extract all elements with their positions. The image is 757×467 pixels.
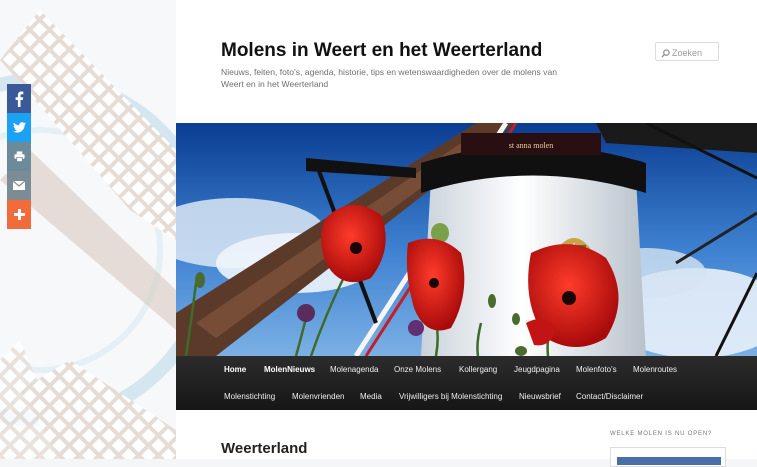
nav-item-molenstichting[interactable]: Molenstichting: [224, 392, 275, 401]
nav-row-secondary: Molenstichting Molenvrienden Media Vrijw…: [176, 383, 757, 410]
nav-item-vrijwilligers[interactable]: Vrijwilligers bij Molenstichting: [399, 392, 502, 401]
facebook-icon: [15, 91, 24, 107]
search-input[interactable]: Zoeken: [655, 42, 719, 61]
widget-header-bar: [617, 457, 721, 465]
header-image-windmill-poppies: st anna molen: [176, 123, 757, 356]
nav-item-media[interactable]: Media: [360, 392, 382, 401]
nav-item-molenvrienden[interactable]: Molenvrienden: [292, 392, 344, 401]
search-placeholder: Zoeken: [672, 48, 703, 58]
nav-item-molenroutes[interactable]: Molenroutes: [633, 365, 677, 374]
more-share-button[interactable]: [7, 200, 31, 229]
nav-item-molennieuws[interactable]: MolenNieuws: [264, 365, 315, 374]
main-navigation: Home MolenNieuws Molenagenda Onze Molens…: [176, 356, 757, 410]
page-container: Molens in Weert en het Weerterland Nieuw…: [176, 0, 757, 467]
page-title: Weerterland: [221, 440, 308, 457]
share-bar: [7, 84, 31, 229]
facebook-share-button[interactable]: [7, 84, 31, 113]
sidebar-widget-title: WELKE MOLEN IS NU OPEN?: [610, 431, 713, 437]
email-icon: [13, 181, 25, 190]
twitter-icon: [12, 122, 26, 133]
site-description: Nieuws, feiten, foto's, agenda, historie…: [221, 67, 558, 89]
print-share-button[interactable]: [7, 142, 31, 171]
site-title[interactable]: Molens in Weert en het Weerterland: [221, 40, 542, 62]
search-icon: [661, 48, 670, 58]
sidebar-widget-box: [610, 447, 726, 467]
email-share-button[interactable]: [7, 171, 31, 200]
nav-item-nieuwsbrief[interactable]: Nieuwsbrief: [519, 392, 561, 401]
nav-item-molenfotos[interactable]: Molenfoto's: [576, 365, 617, 374]
plus-icon: [13, 209, 25, 220]
nav-item-jeugdpagina[interactable]: Jeugdpagina: [514, 365, 560, 374]
nav-item-home[interactable]: Home: [224, 365, 246, 374]
nav-row-primary: Home MolenNieuws Molenagenda Onze Molens…: [176, 356, 757, 383]
windmill-sign-text: st anna molen: [509, 141, 553, 150]
twitter-share-button[interactable]: [7, 113, 31, 142]
nav-item-molenagenda[interactable]: Molenagenda: [330, 365, 378, 374]
nav-item-contact-disclaimer[interactable]: Contact/Disclaimer: [576, 392, 643, 401]
nav-item-onze-molens[interactable]: Onze Molens: [394, 365, 441, 374]
nav-item-kollergang[interactable]: Kollergang: [459, 365, 497, 374]
print-icon: [13, 151, 25, 162]
